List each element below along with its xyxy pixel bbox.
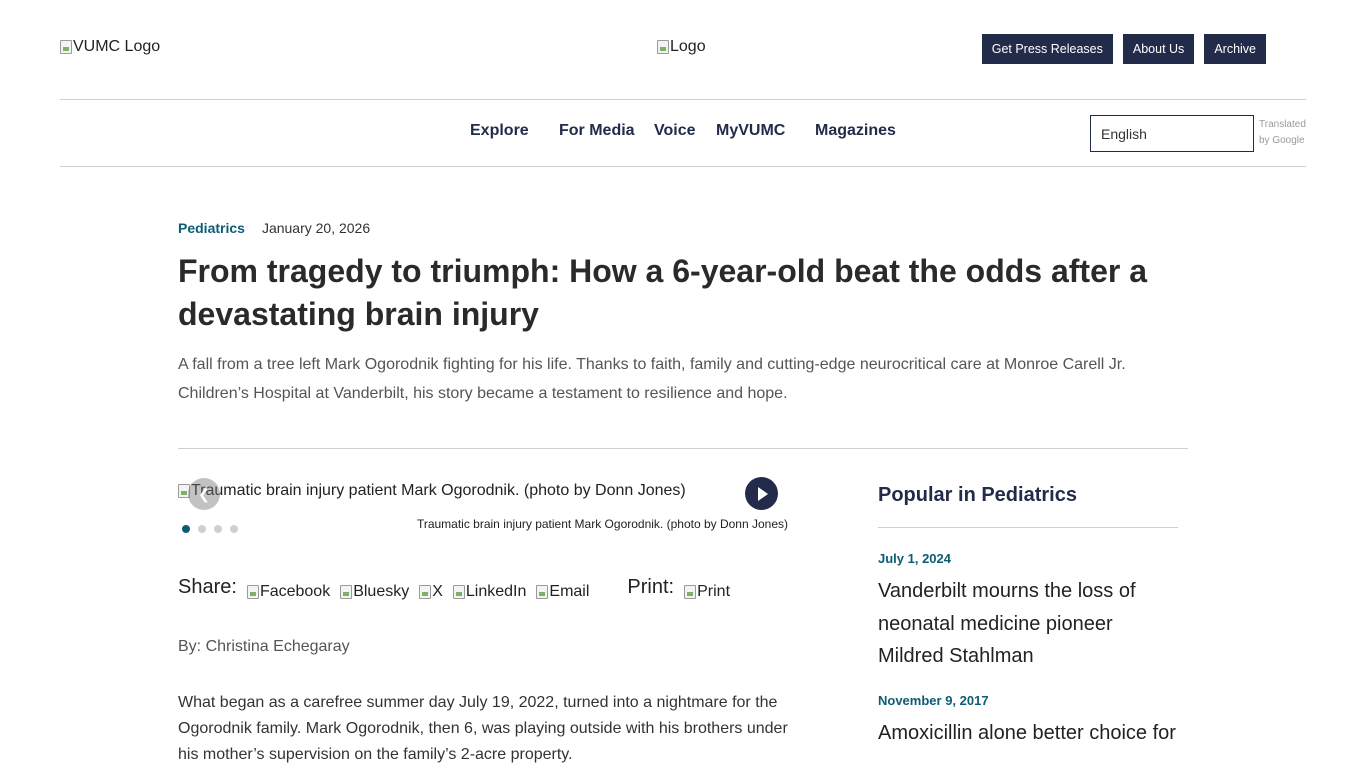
share-row: Share: Facebook Bluesky X LinkedIn Email… (178, 576, 740, 601)
facebook-icon (246, 584, 259, 599)
article-date: January 20, 2026 (261, 220, 371, 236)
vumc-logo[interactable]: VUMC Logo (60, 38, 160, 56)
linkedin-icon (452, 584, 465, 599)
print-icon (684, 584, 697, 599)
about-us-button[interactable]: About Us (1122, 34, 1195, 64)
sidebar-story: November 9, 2017 Amoxicillin alone bette… (878, 693, 1178, 750)
carousel-next-button[interactable] (745, 477, 778, 510)
print-link[interactable]: Print (684, 583, 730, 601)
nav-divider (60, 166, 1306, 167)
share-linkedin-alt: LinkedIn (465, 582, 527, 600)
carousel-dot-1[interactable] (182, 525, 190, 533)
carousel-dots (182, 525, 238, 533)
share-x-alt: X (432, 582, 443, 600)
share-email-link[interactable]: Email (536, 583, 589, 601)
article-meta: Pediatrics January 20, 2026 (178, 220, 370, 236)
nav-item-for-media[interactable]: For Media (559, 122, 635, 140)
carousel-image: Traumatic brain injury patient Mark Ogor… (178, 482, 686, 500)
nav-item-explore[interactable]: Explore (470, 122, 529, 140)
sidebar-story-date: July 1, 2024 (878, 551, 951, 566)
share-facebook-alt: Facebook (259, 582, 331, 600)
email-icon (536, 584, 549, 599)
popular-sidebar: Popular in Pediatrics July 1, 2024 Vande… (878, 480, 1178, 749)
sidebar-story-date: November 9, 2017 (878, 692, 989, 708)
language-select[interactable]: English (1090, 115, 1254, 152)
archive-button[interactable]: Archive (1204, 34, 1266, 64)
article-title: From tragedy to triumph: How a 6-year-ol… (178, 253, 1148, 332)
bluesky-icon (340, 584, 353, 599)
print-alt: Print (697, 582, 731, 600)
chevron-left-icon: ❮ (198, 485, 210, 502)
carousel-dot-4[interactable] (230, 525, 238, 533)
sidebar-story: July 1, 2024 Vanderbilt mourns the loss … (878, 551, 1178, 673)
article-dek: A fall from a tree left Mark Ogorodnik f… (178, 356, 1126, 402)
nav-item-voice[interactable]: Voice (654, 122, 696, 140)
share-bluesky-alt: Bluesky (353, 582, 410, 600)
nav-item-myvumc[interactable]: MyVUMC (716, 122, 785, 140)
carousel-prev-button[interactable]: ❮ (188, 478, 220, 510)
center-logo[interactable]: Logo (657, 38, 706, 56)
share-x-link[interactable]: X (419, 583, 443, 601)
translated-line-1: Translated (1259, 119, 1306, 130)
carousel-dot-2[interactable] (198, 525, 206, 533)
share-email-alt: Email (549, 582, 590, 600)
sidebar-divider (878, 527, 1178, 528)
print-label: Print: (627, 576, 675, 598)
translated-line-2: by Google (1259, 135, 1305, 146)
sidebar-story-link[interactable]: Amoxicillin alone better choice for (878, 717, 1178, 750)
byline: By: Christina Echegaray (178, 638, 350, 655)
header-buttons: Get Press Releases About Us Archive (981, 34, 1266, 64)
image-caption: Traumatic brain injury patient Mark Ogor… (416, 517, 788, 531)
broken-image-icon (60, 40, 72, 54)
sidebar-title: Popular in Pediatrics (878, 484, 1077, 506)
carousel-dot-3[interactable] (214, 525, 222, 533)
broken-image-icon (657, 40, 669, 54)
article-divider (178, 448, 1188, 449)
translated-by-google[interactable]: Translated by Google (1259, 117, 1306, 149)
vumc-logo-alt: VUMC Logo (73, 38, 161, 55)
get-press-releases-button[interactable]: Get Press Releases (981, 34, 1113, 64)
article-body-paragraph: What began as a carefree summer day July… (178, 694, 788, 763)
share-bluesky-link[interactable]: Bluesky (340, 583, 409, 601)
image-carousel: Traumatic brain injury patient Mark Ogor… (178, 477, 790, 538)
category-link[interactable]: Pediatrics (178, 220, 245, 236)
share-linkedin-link[interactable]: LinkedIn (452, 582, 527, 601)
nav-item-magazines[interactable]: Magazines (815, 122, 896, 140)
sidebar-story-link[interactable]: Vanderbilt mourns the loss of neonatal m… (878, 575, 1178, 673)
site-header: VUMC Logo Logo Get Press Releases About … (60, 34, 1306, 66)
x-icon (419, 584, 432, 599)
share-label: Share: (178, 576, 237, 598)
play-arrow-icon (758, 486, 768, 501)
header-divider (60, 99, 1306, 100)
share-facebook-link[interactable]: Facebook (246, 582, 331, 601)
carousel-image-alt: Traumatic brain injury patient Mark Ogor… (191, 482, 686, 499)
center-logo-alt: Logo (670, 38, 706, 55)
